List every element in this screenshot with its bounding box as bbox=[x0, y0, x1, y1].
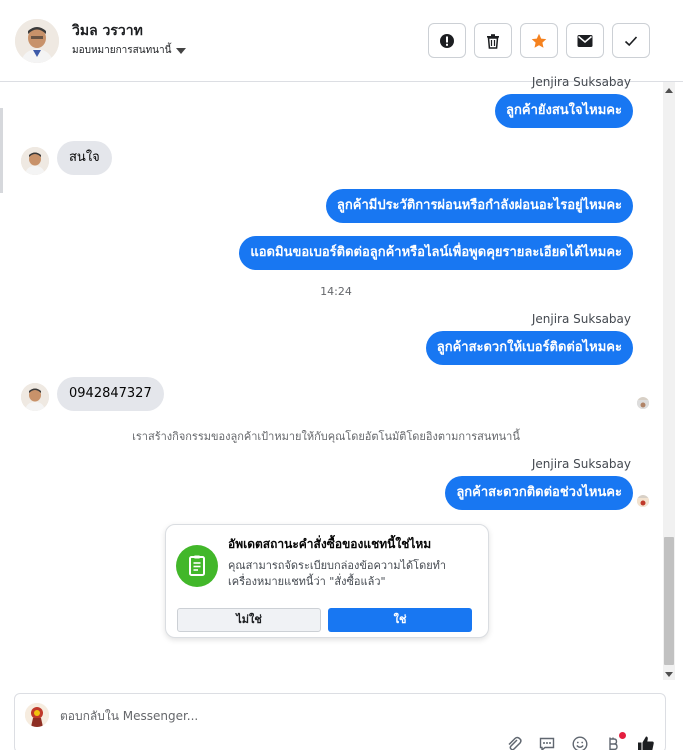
scroll-up-arrow-icon[interactable] bbox=[663, 84, 675, 96]
notification-dot bbox=[619, 732, 626, 739]
star-icon bbox=[531, 33, 547, 48]
page-avatar bbox=[25, 703, 49, 727]
outgoing-message[interactable]: ลูกค้าสะดวกให้เบอร์ติดต่อไหมคะ bbox=[425, 331, 633, 365]
contact-avatar-small bbox=[21, 147, 49, 175]
currency-icon[interactable] bbox=[604, 732, 626, 750]
delete-button[interactable] bbox=[474, 23, 512, 58]
alert-icon bbox=[440, 33, 454, 48]
scroll-down-arrow-icon[interactable] bbox=[663, 669, 675, 681]
composer-tools bbox=[505, 732, 655, 750]
system-note: เราสร้างกิจกรรมของลูกค้าเป้าหมายให้กับคุ… bbox=[132, 430, 520, 443]
like-icon[interactable] bbox=[637, 735, 655, 750]
sender-name: Jenjira Suksabay bbox=[531, 312, 631, 326]
incoming-message[interactable]: 0942847327 bbox=[57, 377, 164, 411]
incoming-message[interactable]: สนใจ bbox=[57, 141, 112, 175]
attach-icon[interactable] bbox=[505, 735, 523, 750]
assign-conversation-dropdown[interactable]: มอบหมายการสนทนานี้ bbox=[72, 43, 187, 58]
mail-icon bbox=[577, 34, 593, 47]
no-button[interactable]: ไม่ใช่ bbox=[177, 608, 321, 632]
star-button[interactable] bbox=[520, 23, 558, 58]
left-edge-divider bbox=[0, 108, 3, 193]
outgoing-message[interactable]: ลูกค้าสะดวกติดต่อช่วงไหนคะ bbox=[445, 476, 633, 510]
message-timestamp: 14:24 bbox=[320, 285, 352, 298]
sender-name: Jenjira Suksabay bbox=[531, 75, 631, 89]
contact-avatar-small bbox=[21, 383, 49, 411]
order-receipt-icon bbox=[176, 545, 218, 587]
emoji-icon[interactable] bbox=[571, 735, 589, 750]
yes-button[interactable]: ใช่ bbox=[328, 608, 472, 632]
seen-receipt-avatar bbox=[637, 397, 649, 409]
order-prompt-title: อัพเดตสถานะคำสั่งซื้อของแชทนี้ใช่ไหม bbox=[228, 537, 432, 551]
order-status-prompt: อัพเดตสถานะคำสั่งซื้อของแชทนี้ใช่ไหม คุณ… bbox=[165, 524, 489, 638]
order-prompt-body: คุณสามารถจัดระเบียบกล่องข้อความได้โดยทำเ… bbox=[228, 559, 447, 588]
trash-icon bbox=[487, 33, 499, 49]
check-icon bbox=[624, 35, 638, 46]
outgoing-message[interactable]: แอดมินขอเบอร์ติดต่อลูกค้าหรือไลน์เพื่อพู… bbox=[239, 236, 633, 270]
done-button[interactable] bbox=[612, 23, 650, 58]
outgoing-message[interactable]: ลูกค้ามีประวัติการผ่อนหรือกำลังผ่อนอะไรอ… bbox=[325, 189, 633, 223]
alert-button[interactable] bbox=[428, 23, 466, 58]
conversation-header: วิมล วรวาท มอบหมายการสนทนานี้ bbox=[0, 0, 683, 82]
reply-input[interactable] bbox=[60, 706, 620, 726]
assign-label: มอบหมายการสนทนานี้ bbox=[72, 45, 172, 56]
reply-composer bbox=[14, 693, 666, 750]
contact-name: วิมล วรวาท bbox=[72, 23, 143, 39]
caret-down-icon bbox=[176, 47, 187, 54]
messenger-conversation-panel: วิมล วรวาท มอบหมายการสนทนานี้ Jenjira Su… bbox=[0, 0, 683, 750]
sender-name: Jenjira Suksabay bbox=[531, 457, 631, 471]
mail-button[interactable] bbox=[566, 23, 604, 58]
contact-avatar[interactable] bbox=[15, 19, 59, 63]
seen-receipt-avatar bbox=[637, 495, 649, 507]
saved-replies-icon[interactable] bbox=[538, 735, 556, 750]
outgoing-message[interactable]: ลูกค้ายังสนใจไหมคะ bbox=[495, 94, 633, 128]
scrollbar-thumb[interactable] bbox=[664, 537, 674, 665]
header-actions bbox=[428, 23, 650, 58]
